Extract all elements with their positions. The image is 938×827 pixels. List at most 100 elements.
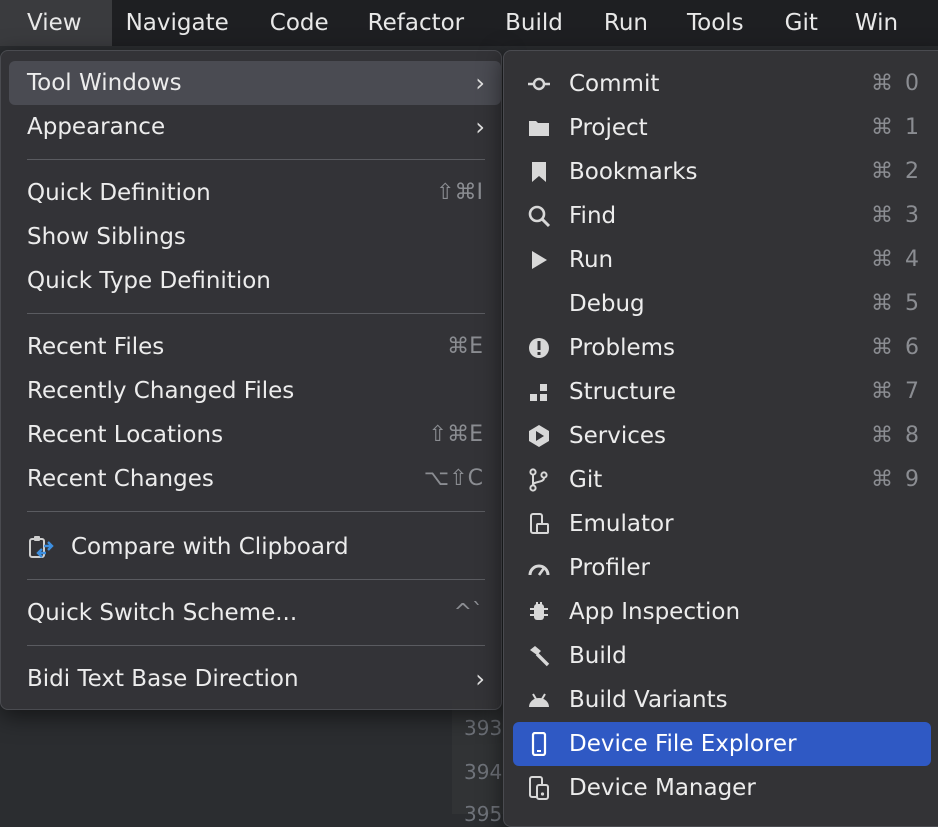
tool-window-label: Find	[569, 203, 617, 229]
menu-item-label: Quick Definition	[27, 180, 211, 206]
line-number: 395	[464, 802, 503, 826]
tool-window-run[interactable]: Run ⌘ 4	[513, 238, 931, 282]
tool-window-emulator[interactable]: Emulator	[513, 502, 931, 546]
tool-window-build-variants[interactable]: Build Variants	[513, 678, 931, 722]
menu-item-shortcut: ⇧⌘E	[428, 422, 483, 447]
tool-window-profiler[interactable]: Profiler	[513, 546, 931, 590]
view-menu: Tool Windows › Appearance › Quick Defini…	[0, 50, 502, 710]
bookmark-icon	[527, 160, 551, 184]
tool-window-label: Problems	[569, 335, 676, 361]
tool-window-label: App Inspection	[569, 599, 741, 625]
tool-window-services[interactable]: Services ⌘ 8	[513, 414, 931, 458]
tool-window-problems[interactable]: Problems ⌘ 6	[513, 326, 931, 370]
menu-item-shortcut: ⇧⌘I	[436, 180, 483, 205]
menu-item-label: Recent Changes	[27, 466, 214, 492]
menu-code[interactable]: Code	[250, 0, 350, 46]
menu-item-label: Show Siblings	[27, 224, 186, 250]
inspection-icon	[527, 600, 551, 624]
hammer-icon	[527, 644, 551, 668]
tool-window-build[interactable]: Build	[513, 634, 931, 678]
tool-window-app-inspection[interactable]: App Inspection	[513, 590, 931, 634]
play-icon	[527, 248, 551, 272]
menu-separator	[27, 645, 485, 646]
menu-item-label: Bidi Text Base Direction	[27, 666, 299, 692]
menu-item-quick-definition[interactable]: Quick Definition ⇧⌘I	[9, 171, 501, 215]
menu-view[interactable]: View	[0, 0, 112, 46]
tool-windows-submenu: Commit ⌘ 0 Project ⌘ 1 Bookmarks ⌘ 2 Find ⌘…	[503, 50, 938, 827]
line-number: 394	[464, 760, 503, 784]
tool-window-label: Git	[569, 467, 603, 493]
menu-item-shortcut: ⌘E	[447, 334, 483, 359]
structure-icon	[527, 380, 551, 404]
menu-item-label: Appearance	[27, 114, 166, 140]
folder-icon	[527, 116, 551, 140]
menu-item-shortcut: ^`	[453, 600, 483, 625]
tool-window-label: Build Variants	[569, 687, 728, 713]
menu-item-shortcut: ⌥⇧C	[423, 466, 483, 491]
menu-navigate[interactable]: Navigate	[112, 0, 250, 46]
tool-window-device-manager[interactable]: Device Manager	[513, 766, 931, 810]
tool-window-label: Build	[569, 643, 627, 669]
menu-item-show-siblings[interactable]: Show Siblings	[9, 215, 501, 259]
git-branch-icon	[527, 468, 551, 492]
menu-item-appearance[interactable]: Appearance ›	[9, 105, 501, 149]
menu-item-quick-type-definition[interactable]: Quick Type Definition	[9, 259, 501, 303]
menu-item-compare-with-clipboard[interactable]: Compare with Clipboard	[9, 525, 501, 569]
tool-window-label: Project	[569, 115, 648, 141]
chevron-right-icon: ›	[475, 665, 485, 693]
commit-icon	[527, 72, 551, 96]
menu-git[interactable]: Git	[765, 0, 839, 46]
chevron-right-icon: ›	[475, 69, 485, 97]
menu-separator	[27, 579, 485, 580]
menu-run[interactable]: Run	[584, 0, 669, 46]
menu-item-label: Tool Windows	[27, 70, 182, 96]
emulator-icon	[527, 512, 551, 536]
menu-item-label: Recent Files	[27, 334, 165, 360]
problems-icon	[527, 336, 551, 360]
menu-item-recent-files[interactable]: Recent Files ⌘E	[9, 325, 501, 369]
menu-item-label: Compare with Clipboard	[71, 534, 349, 560]
tool-window-debug[interactable]: Debug ⌘ 5	[513, 282, 931, 326]
tool-window-label: Emulator	[569, 511, 674, 537]
tool-window-find[interactable]: Find ⌘ 3	[513, 194, 931, 238]
tool-window-label: Device File Explorer	[569, 731, 797, 757]
menu-item-recent-changes[interactable]: Recent Changes ⌥⇧C	[9, 457, 501, 501]
menu-window[interactable]: Win	[839, 0, 898, 46]
chevron-right-icon: ›	[475, 113, 485, 141]
tool-window-label: Commit	[569, 71, 660, 97]
phone-icon	[527, 731, 551, 757]
menu-bar: View Navigate Code Refactor Build Run To…	[0, 0, 938, 46]
menu-item-label: Recent Locations	[27, 422, 224, 448]
menu-separator	[27, 511, 485, 512]
tool-window-label: Bookmarks	[569, 159, 698, 185]
menu-build[interactable]: Build	[485, 0, 584, 46]
menu-separator	[27, 313, 485, 314]
search-icon	[527, 204, 551, 228]
menu-item-label: Quick Type Definition	[27, 268, 271, 294]
clipboard-compare-icon	[27, 534, 55, 562]
menu-item-label: Recently Changed Files	[27, 378, 295, 404]
tool-window-label: Run	[569, 247, 614, 273]
tool-window-label: Device Manager	[569, 775, 756, 801]
menu-refactor[interactable]: Refactor	[350, 0, 485, 46]
tool-window-bookmarks[interactable]: Bookmarks ⌘ 2	[513, 150, 931, 194]
tool-window-device-file-explorer[interactable]: Device File Explorer	[513, 722, 931, 766]
menu-item-recent-locations[interactable]: Recent Locations ⇧⌘E	[9, 413, 501, 457]
tool-window-commit[interactable]: Commit ⌘ 0	[513, 62, 931, 106]
tool-window-label: Profiler	[569, 555, 650, 581]
tool-window-label: Debug	[569, 291, 645, 317]
menu-tools[interactable]: Tools	[669, 0, 765, 46]
services-icon	[527, 424, 551, 448]
menu-item-bidi-text-base-direction[interactable]: Bidi Text Base Direction ›	[9, 657, 501, 701]
tool-window-project[interactable]: Project ⌘ 1	[513, 106, 931, 150]
tool-window-git[interactable]: Git ⌘ 9	[513, 458, 931, 502]
menu-item-tool-windows[interactable]: Tool Windows ›	[9, 61, 501, 105]
tool-window-structure[interactable]: Structure ⌘ 7	[513, 370, 931, 414]
menu-item-quick-switch-scheme[interactable]: Quick Switch Scheme... ^`	[9, 591, 501, 635]
tool-window-label: Structure	[569, 379, 676, 405]
android-icon	[527, 688, 551, 712]
menu-item-label: Quick Switch Scheme...	[27, 600, 298, 626]
gauge-icon	[527, 556, 551, 580]
menu-item-recently-changed-files[interactable]: Recently Changed Files	[9, 369, 501, 413]
line-number: 393	[464, 716, 503, 740]
